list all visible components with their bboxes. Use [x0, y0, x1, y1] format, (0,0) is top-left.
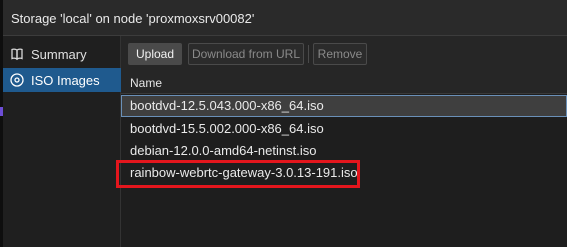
iso-name: bootdvd-12.5.043.000-x86_64.iso [130, 98, 324, 113]
toolbar: Upload Download from URL Remove [121, 36, 567, 70]
sidebar-item-iso-images[interactable]: ISO Images [3, 68, 121, 92]
column-header-name[interactable]: Name [130, 76, 162, 90]
iso-name: debian-12.0.0-amd64-netinst.iso [130, 143, 317, 158]
upload-button[interactable]: Upload [128, 43, 182, 65]
grid-header: Name [121, 70, 567, 94]
book-icon [10, 47, 24, 61]
table-row[interactable]: bootdvd-15.5.002.000-x86_64.iso [121, 118, 567, 140]
window-titlebar: Storage 'local' on node 'proxmoxsrv00082… [3, 0, 567, 36]
toolbar-separator [308, 45, 309, 63]
iso-name: bootdvd-15.5.002.000-x86_64.iso [130, 121, 324, 136]
sidebar-item-label: ISO Images [31, 73, 100, 88]
window-title: Storage 'local' on node 'proxmoxsrv00082… [11, 11, 255, 26]
remove-button[interactable]: Remove [313, 43, 367, 65]
highlight-annotation-box [116, 160, 360, 188]
sidebar-item-summary[interactable]: Summary [3, 42, 121, 66]
iso-images-panel: Upload Download from URL Remove Name boo… [121, 36, 567, 247]
table-row[interactable]: bootdvd-12.5.043.000-x86_64.iso [121, 95, 567, 117]
download-from-url-button[interactable]: Download from URL [188, 43, 304, 65]
storage-window: Storage 'local' on node 'proxmoxsrv00082… [3, 0, 567, 247]
storage-sidebar: Summary ISO Images [3, 36, 121, 247]
table-row[interactable]: debian-12.0.0-amd64-netinst.iso [121, 140, 567, 162]
sidebar-item-label: Summary [31, 47, 87, 62]
disc-icon [10, 73, 24, 87]
